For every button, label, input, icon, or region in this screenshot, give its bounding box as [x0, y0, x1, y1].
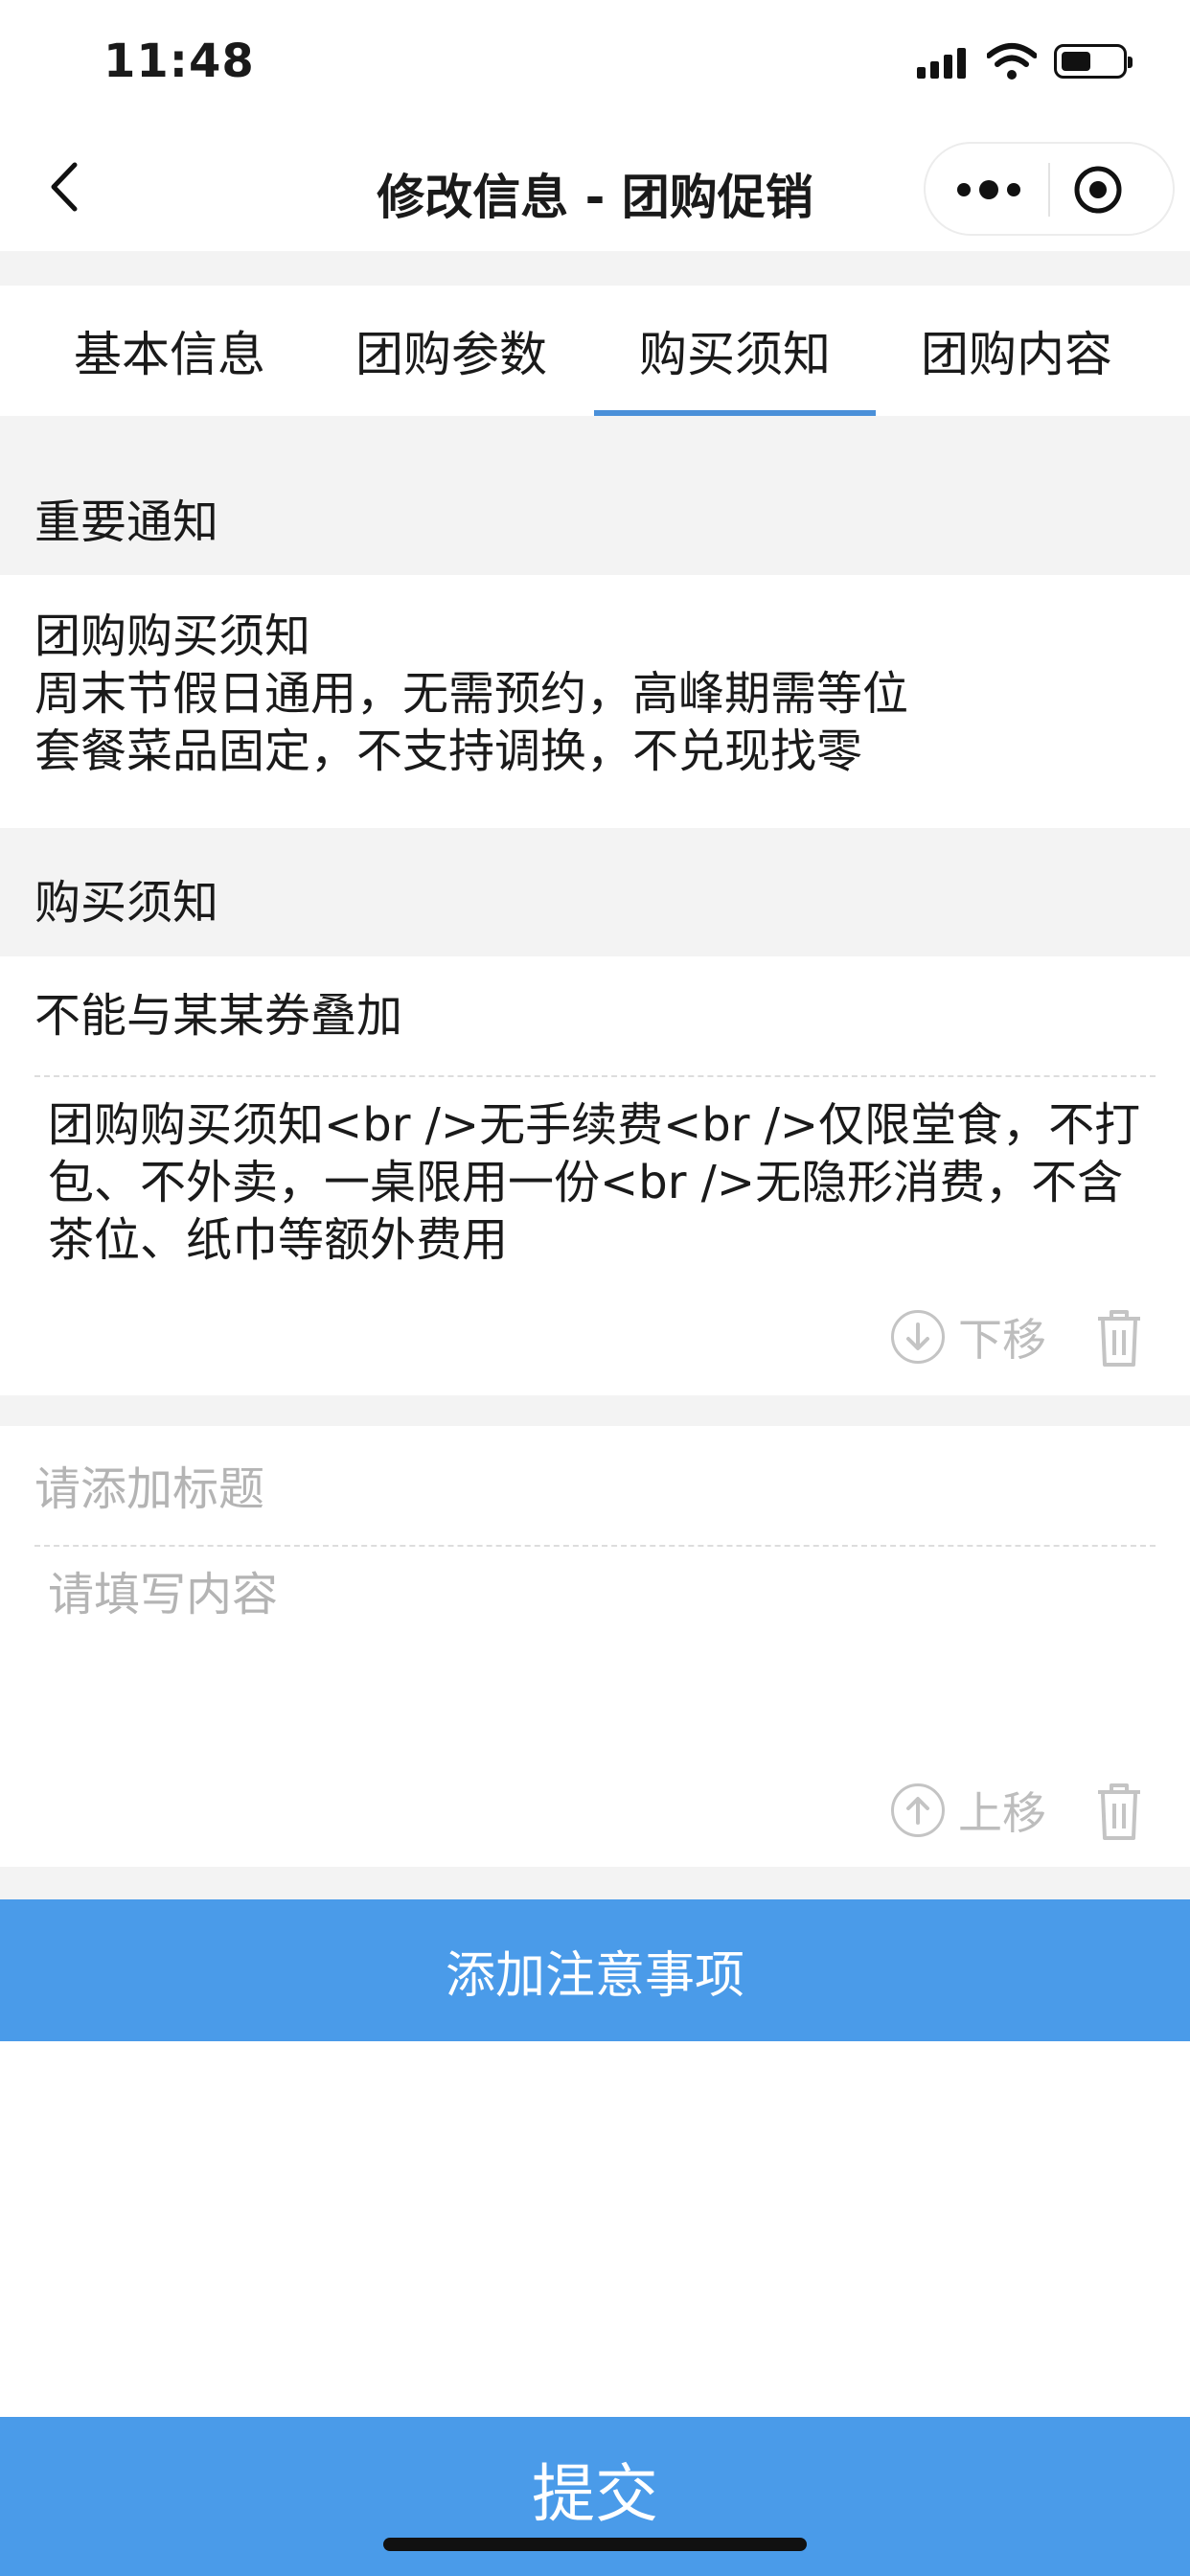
- close-target-icon[interactable]: [1069, 161, 1127, 218]
- wifi-icon: [987, 43, 1037, 80]
- tab-bar: 基本信息 团购参数 购买须知 团购内容: [0, 286, 1190, 416]
- note-content-textarea[interactable]: 请填写内容: [48, 1566, 1150, 1738]
- dashed-divider: [34, 1075, 1156, 1077]
- note-title-input[interactable]: 请添加标题: [34, 1460, 1156, 1518]
- note-content-textarea[interactable]: 团购购买须知<br />无手续费<br />仅限堂食，不打包、不外卖，一桌限用一…: [48, 1096, 1150, 1275]
- add-note-button[interactable]: 添加注意事项: [0, 1899, 1190, 2041]
- item-separator: [0, 1867, 1190, 1899]
- tab-basic-info[interactable]: 基本信息: [29, 286, 310, 416]
- home-indicator: [383, 2538, 807, 2551]
- notice-line: 周末节假日通用，无需预约，高峰期需等位: [34, 667, 909, 721]
- note-title-input[interactable]: 不能与某某券叠加: [34, 987, 1156, 1045]
- arrow-up-circle-icon: [891, 1783, 945, 1837]
- more-dots-icon[interactable]: [950, 172, 1027, 207]
- move-down-label: 下移: [958, 1314, 1046, 1366]
- tab-group-content[interactable]: 团购内容: [876, 286, 1157, 416]
- notice-line: 套餐菜品固定，不支持调换，不兑现找零: [34, 724, 863, 778]
- battery-icon: [1054, 44, 1133, 79]
- status-time: 11:48: [103, 34, 255, 88]
- nav-separator: [0, 251, 1190, 286]
- trash-icon[interactable]: [1094, 1307, 1144, 1368]
- tab-group-params[interactable]: 团购参数: [310, 286, 592, 416]
- tab-purchase-notes[interactable]: 购买须知: [594, 286, 876, 416]
- miniprogram-capsule: [924, 142, 1175, 236]
- capsule-divider: [1048, 163, 1050, 217]
- trash-icon[interactable]: [1094, 1781, 1144, 1842]
- notice-line: 团购购买须知: [34, 610, 311, 663]
- item-separator: [0, 1395, 1190, 1426]
- move-down-button[interactable]: 下移: [891, 1305, 1046, 1368]
- move-up-button[interactable]: 上移: [891, 1779, 1046, 1842]
- dashed-divider: [34, 1545, 1156, 1547]
- purchase-notes-heading: 购买须知: [34, 876, 219, 930]
- arrow-down-circle-icon: [891, 1310, 945, 1364]
- cellular-signal-icon: [917, 46, 971, 79]
- important-notice-heading: 重要通知: [34, 495, 219, 549]
- submit-button[interactable]: 提交: [0, 2417, 1190, 2576]
- important-notice-text: 团购购买须知 周末节假日通用，无需预约，高峰期需等位 套餐菜品固定，不支持调换，…: [34, 608, 1156, 780]
- move-up-label: 上移: [958, 1787, 1046, 1839]
